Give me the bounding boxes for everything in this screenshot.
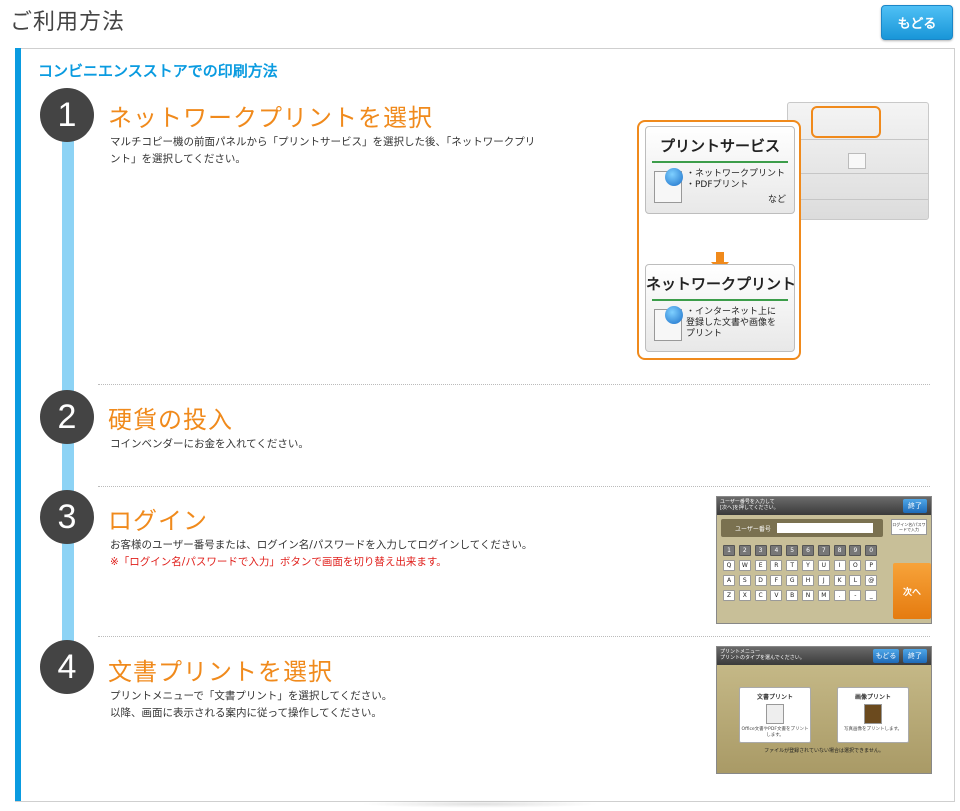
step-divider: [98, 486, 930, 487]
keyboard-key: 5: [786, 545, 799, 556]
step-4-title: 文書プリントを選択: [108, 658, 333, 686]
step-3-description: お客様のユーザー番号または、ログイン名/パスワードを入力してログインしてください…: [110, 537, 532, 571]
keyboard-key: 9: [849, 545, 862, 556]
keyboard-key: _: [865, 590, 878, 601]
keyboard-key: I: [833, 560, 846, 571]
keyboard-key: O: [849, 560, 862, 571]
keyboard-key: S: [738, 575, 751, 586]
keyboard-key: 8: [833, 545, 846, 556]
step-1-number: 1: [40, 88, 94, 142]
keyboard-key: R: [770, 560, 783, 571]
keyboard-key: K: [833, 575, 846, 586]
keyboard-key: P: [865, 560, 878, 571]
keyboard-key: U: [817, 560, 830, 571]
panel-shadow: [360, 800, 600, 808]
step-4-description: プリントメニューで「文書プリント」を選択してください。 以降、画面に表示される案…: [110, 690, 393, 719]
keyboard-key: 1: [723, 545, 735, 556]
keyboard-key: G: [786, 575, 799, 586]
step-4-number: 4: [40, 640, 94, 694]
page-title: ご利用方法: [10, 10, 126, 35]
keyboard-key: W: [738, 560, 751, 571]
keyboard-key: M: [817, 590, 830, 601]
step-3-number: 3: [40, 490, 94, 544]
step-2-description: コインベンダーにお金を入れてください。: [110, 438, 309, 450]
login-screen-illustration: ユーザー番号を入力して [次へ]を押してください。 終了 ユーザー番号 ログイン…: [716, 496, 932, 624]
arrow-down-icon: [716, 252, 724, 262]
keyboard-key: 2: [738, 545, 751, 556]
step-1-illustration: プリントサービス ・ネットワークプリント ・PDFプリント など ネットワークプ…: [637, 88, 937, 360]
network-print-card: ネットワークプリント ・インターネット上に 登録した文書や画像を プリント: [645, 264, 796, 352]
photo-icon: [864, 704, 882, 724]
print-service-card: プリントサービス ・ネットワークプリント ・PDFプリント など: [645, 126, 795, 214]
step-divider: [98, 636, 930, 637]
keyboard-key: 4: [770, 545, 783, 556]
document-globe-icon: [654, 306, 683, 341]
step-2-number: 2: [40, 390, 94, 444]
section-title: コンビニエンスストアでの印刷方法: [38, 62, 278, 80]
document-globe-icon: [654, 168, 683, 203]
keyboard-key: E: [754, 560, 767, 571]
document-icon: [766, 704, 784, 724]
keyboard-key: X: [738, 590, 751, 601]
keyboard-key: F: [770, 575, 783, 586]
step-timeline: [62, 110, 74, 646]
keyboard-key: 0: [865, 545, 878, 556]
panel-highlight: [811, 106, 881, 138]
keyboard-key: C: [754, 590, 767, 601]
keyboard-key: A: [723, 575, 735, 586]
step-1-title: ネットワークプリントを選択: [108, 104, 433, 132]
step-3-title: ログイン: [108, 507, 208, 535]
keyboard-key: -: [849, 590, 862, 601]
step-2-title: 硬貨の投入: [108, 406, 233, 434]
keyboard-key: Q: [723, 560, 735, 571]
keyboard-key: 6: [802, 545, 814, 556]
next-button-illustration: 次へ: [893, 563, 931, 619]
document-print-card: 文書プリント Office文書やPDF文書をプリントします。: [739, 687, 811, 743]
back-button[interactable]: もどる: [881, 5, 953, 40]
keyboard-key: L: [849, 575, 862, 586]
keyboard-key: .: [833, 590, 846, 601]
keyboard-key: 3: [754, 545, 767, 556]
keyboard-key: B: [786, 590, 799, 601]
callout-frame: プリントサービス ・ネットワークプリント ・PDFプリント など ネットワークプ…: [637, 120, 801, 360]
keyboard-key: N: [802, 590, 814, 601]
print-menu-screen-illustration: プリントメニュー プリントのタイプを選んでください。 もどる 終了 文書プリント…: [716, 646, 932, 774]
step-1-description: マルチコピー機の前面パネルから「プリントサービス」を選択した後、「ネットワークプ…: [110, 136, 536, 165]
keyboard-key: V: [770, 590, 783, 601]
keyboard-key: J: [817, 575, 830, 586]
keyboard-key: Z: [723, 590, 735, 601]
keyboard-key: 7: [817, 545, 830, 556]
keyboard-key: @: [865, 575, 878, 586]
keyboard-key: H: [802, 575, 814, 586]
step-divider: [98, 384, 930, 385]
image-print-card: 画像プリント 写真画像をプリントします。: [837, 687, 909, 743]
keyboard-key: Y: [802, 560, 814, 571]
panel-accent-bar: [15, 48, 21, 801]
keyboard-key: D: [754, 575, 767, 586]
step-3-note: ※「ログイン名/パスワードで入力」ボタンで画面を切り替え出来ます。: [110, 556, 447, 568]
keyboard-key: T: [786, 560, 799, 571]
